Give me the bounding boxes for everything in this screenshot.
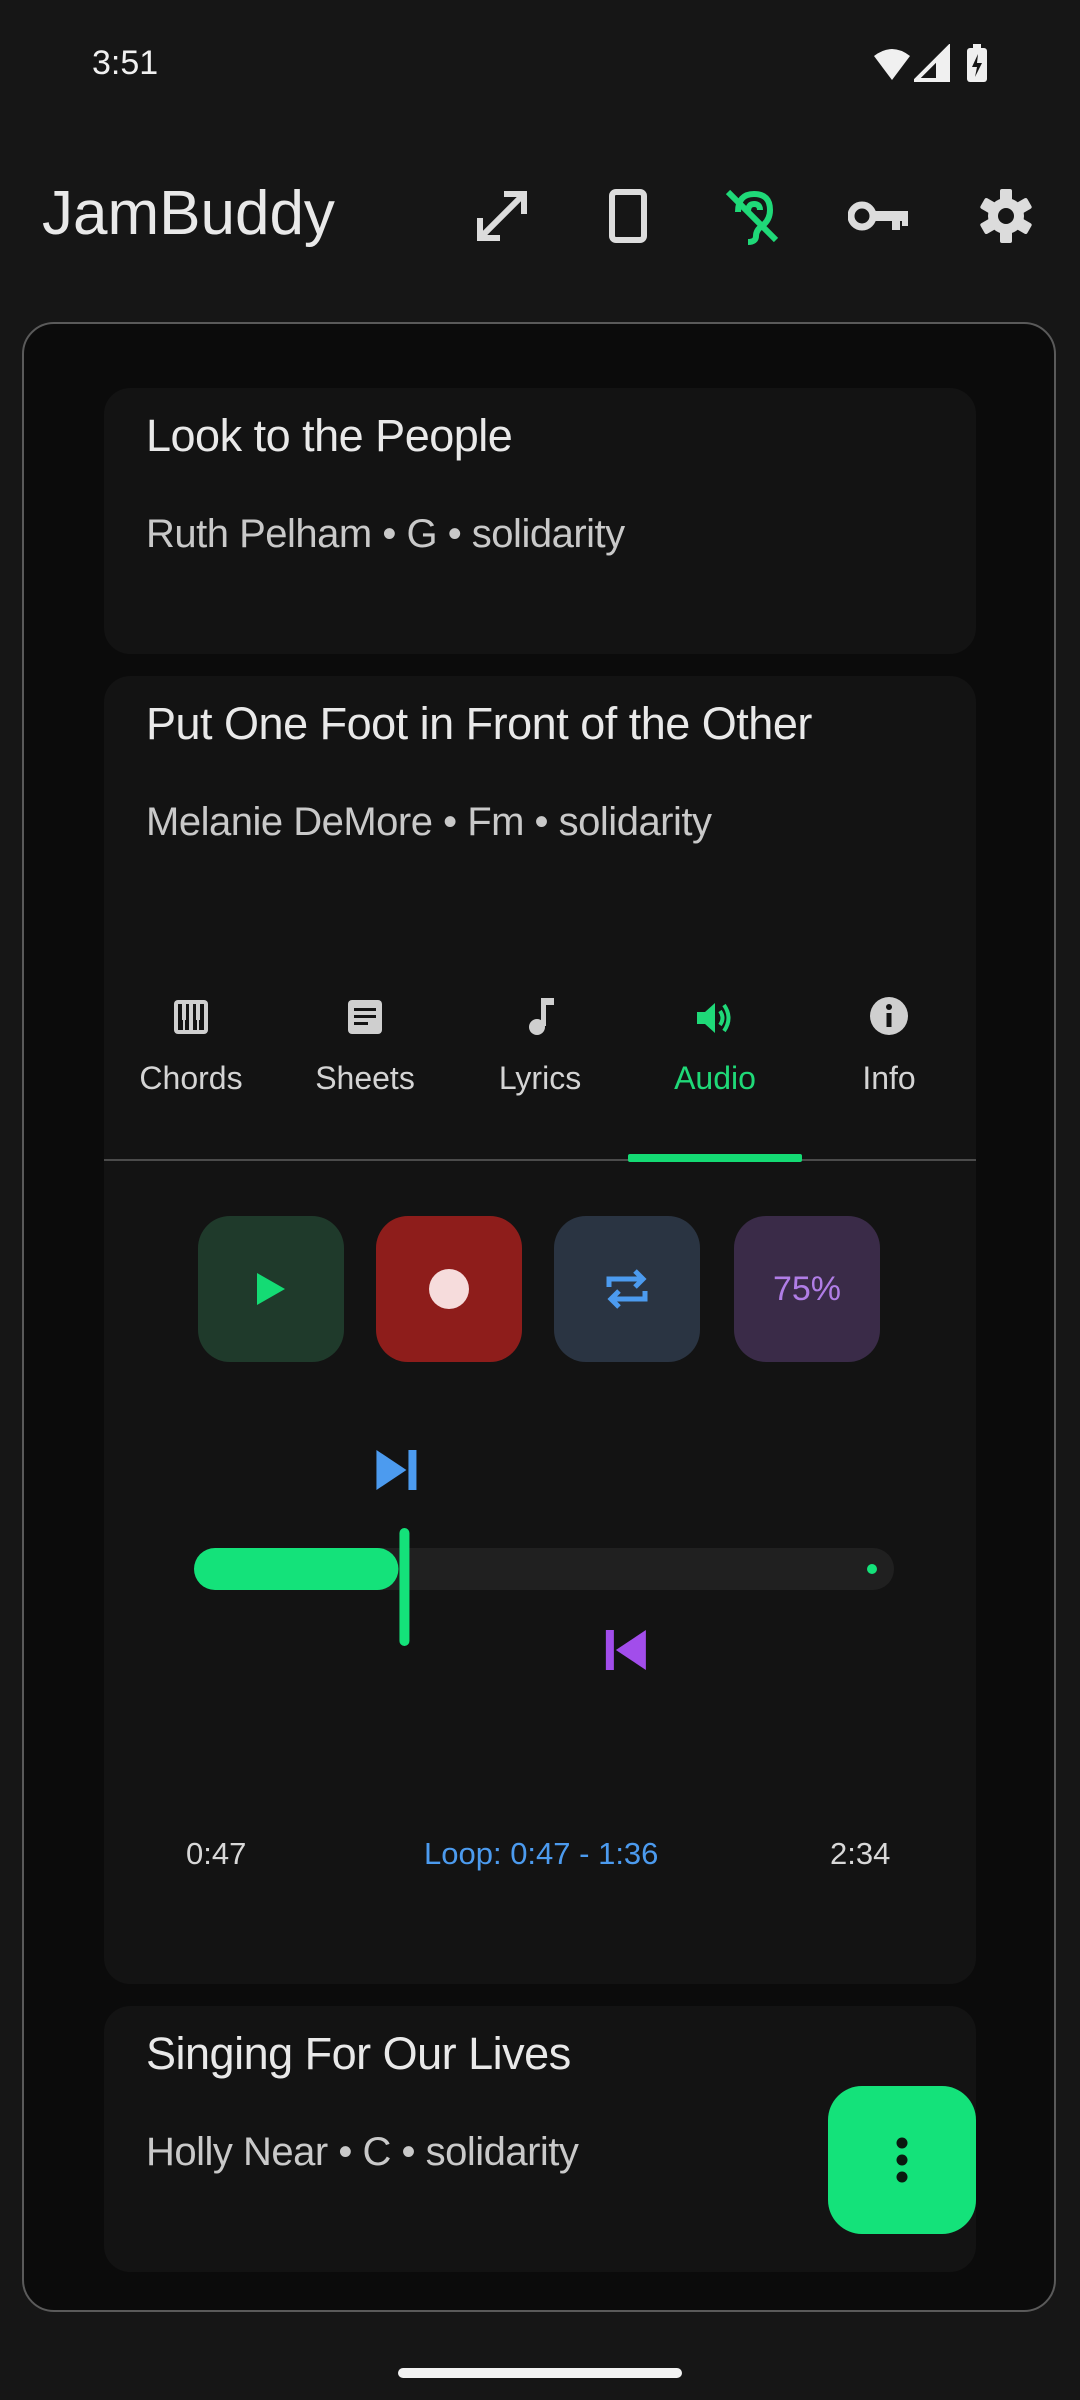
loop-end-marker-icon[interactable] (605, 1630, 646, 1670)
tab-label: Audio (674, 1060, 756, 1096)
tab-audio[interactable]: Audio (628, 956, 802, 1116)
seek-end-dot (867, 1564, 877, 1574)
loop-button[interactable] (554, 1216, 700, 1362)
hearing-off-icon (725, 189, 779, 245)
more-options-fab[interactable] (828, 2086, 976, 2234)
loop-range: Loop: 0:47 - 1:36 (424, 1836, 659, 1871)
tab-label: Sheets (315, 1060, 415, 1096)
more-vert-icon (896, 2137, 908, 2183)
tab-chords[interactable]: Chords (104, 956, 278, 1116)
song-meta: Melanie DeMore • Fm • solidarity (146, 800, 712, 844)
song-card-look-to-the-people[interactable]: Look to the People Ruth Pelham • G • sol… (104, 388, 976, 654)
playback-speed-button[interactable]: 75% (734, 1216, 880, 1362)
key-button[interactable] (842, 178, 918, 254)
sheet-icon (278, 976, 452, 1036)
signal-icon (911, 43, 950, 84)
song-meta: Holly Near • C • solidarity (146, 2130, 579, 2174)
tab-label: Info (862, 1060, 916, 1096)
seek-progress (194, 1548, 399, 1590)
phone-outline-icon (609, 189, 647, 243)
seek-thumb[interactable] (399, 1528, 410, 1646)
current-time: 0:47 (186, 1836, 247, 1871)
info-icon (802, 976, 976, 1036)
total-time: 2:34 (830, 1836, 891, 1871)
battery-charging-icon (966, 44, 988, 84)
record-button[interactable] (376, 1216, 522, 1362)
seek-bar[interactable] (184, 1436, 904, 1696)
song-title: Singing For Our Lives (146, 2028, 571, 2079)
tab-lyrics[interactable]: Lyrics (453, 956, 627, 1116)
play-button[interactable] (198, 1216, 344, 1362)
piano-icon (104, 976, 278, 1036)
screen-orientation-button[interactable] (590, 178, 666, 254)
settings-button[interactable] (968, 178, 1044, 254)
song-meta: Ruth Pelham • G • solidarity (146, 512, 625, 556)
song-card-put-one-foot: Put One Foot in Front of the Other Melan… (104, 676, 976, 1984)
record-icon (429, 1269, 469, 1309)
music-note-icon (453, 976, 627, 1036)
wifi-icon (872, 44, 912, 84)
volume-icon (628, 976, 802, 1036)
hearing-disabled-button[interactable] (714, 178, 790, 254)
expand-icon (477, 191, 527, 241)
song-title[interactable]: Put One Foot in Front of the Other (146, 698, 812, 750)
tab-divider (104, 1159, 976, 1161)
tab-label: Chords (139, 1060, 243, 1096)
tab-sheets[interactable]: Sheets (278, 956, 452, 1116)
gesture-nav-pill[interactable] (398, 2368, 682, 2378)
active-tab-indicator (628, 1154, 802, 1162)
song-title: Look to the People (146, 410, 513, 461)
fullscreen-button[interactable] (464, 178, 540, 254)
play-icon (257, 1273, 285, 1305)
tab-label: Lyrics (498, 1060, 582, 1096)
repeat-icon (606, 1269, 648, 1309)
key-icon (848, 201, 908, 231)
tab-info[interactable]: Info (802, 956, 976, 1116)
app-title: JamBuddy (42, 179, 335, 248)
gear-icon (980, 189, 1032, 243)
playback-speed-label: 75% (772, 1269, 842, 1308)
status-time: 3:51 (92, 44, 159, 82)
loop-start-marker-icon[interactable] (376, 1450, 417, 1490)
